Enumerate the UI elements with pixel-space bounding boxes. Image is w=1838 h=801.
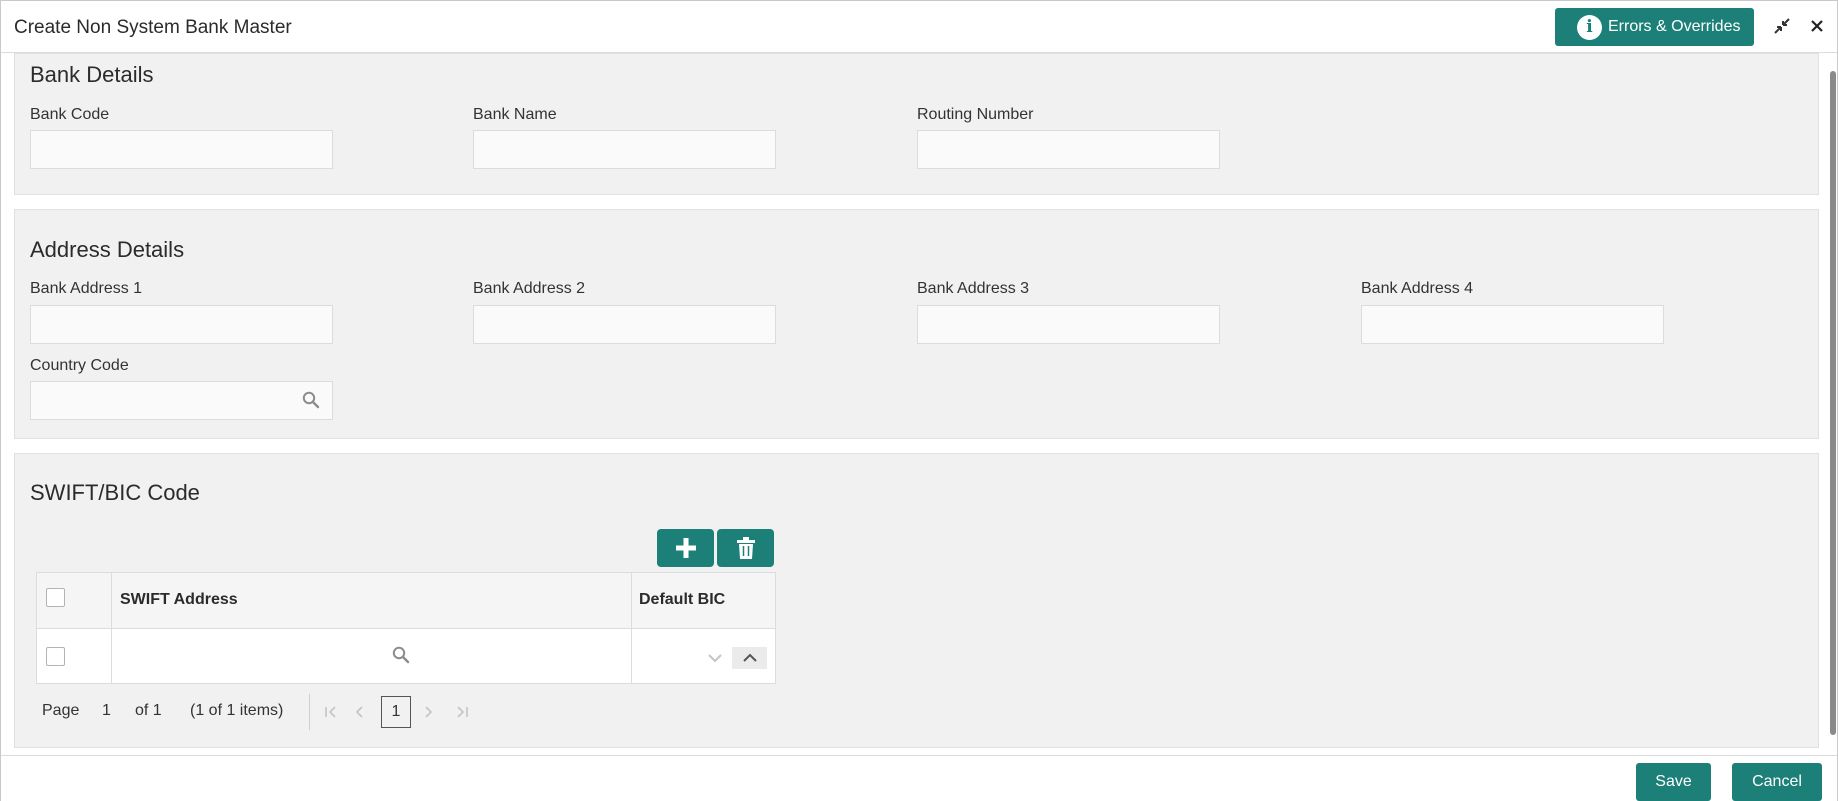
bank-address-1-label: Bank Address 1: [30, 280, 143, 297]
delete-row-button[interactable]: [717, 529, 774, 567]
of-pages-label: of 1: [135, 702, 162, 719]
bank-address-4-label: Bank Address 4: [1361, 280, 1474, 297]
page-number: 1: [102, 702, 111, 719]
next-page-icon[interactable]: [419, 703, 437, 721]
row-checkbox[interactable]: [46, 647, 65, 666]
bank-code-input[interactable]: [30, 130, 333, 169]
routing-number-input[interactable]: [917, 130, 1220, 169]
country-code-input[interactable]: [30, 381, 333, 420]
select-all-checkbox[interactable]: [46, 588, 65, 607]
current-page-box[interactable]: 1: [381, 696, 411, 728]
bank-address-4-input[interactable]: [1361, 305, 1664, 344]
search-icon[interactable]: [392, 646, 410, 669]
chevron-down-icon[interactable]: [697, 647, 732, 669]
page-title: Create Non System Bank Master: [14, 17, 292, 38]
scrollbar-thumb[interactable]: [1830, 71, 1836, 735]
errors-overrides-label: Errors & Overrides: [1608, 18, 1741, 35]
swift-bic-title: SWIFT/BIC Code: [30, 480, 200, 505]
minimize-window-icon[interactable]: [1771, 15, 1793, 37]
bank-address-2-input[interactable]: [473, 305, 776, 344]
pager-divider: [309, 694, 310, 730]
bank-code-label: Bank Code: [30, 106, 110, 123]
last-page-icon[interactable]: [453, 703, 471, 721]
country-code-label: Country Code: [30, 357, 129, 374]
prev-page-icon[interactable]: [351, 703, 369, 721]
window-header: Create Non System Bank Master i Errors &…: [1, 1, 1837, 53]
search-icon[interactable]: [302, 391, 320, 414]
bank-details-section: Bank Details Bank Code Bank Name Routing…: [14, 53, 1819, 195]
swift-address-cell[interactable]: [112, 630, 630, 683]
vertical-scrollbar[interactable]: [1830, 57, 1836, 737]
swift-bic-section: SWIFT/BIC Code SWIFT Address Default BIC…: [14, 453, 1819, 748]
page-label: Page: [42, 702, 80, 719]
plus-icon: [675, 538, 696, 558]
first-page-icon[interactable]: [322, 703, 340, 721]
window-footer: Save Cancel: [1, 755, 1837, 801]
routing-number-label: Routing Number: [917, 106, 1034, 123]
bank-address-3-label: Bank Address 3: [917, 280, 1030, 297]
close-icon[interactable]: [1806, 15, 1828, 37]
swift-table: SWIFT Address Default BIC: [36, 572, 776, 684]
bank-address-1-input[interactable]: [30, 305, 333, 344]
bank-name-input[interactable]: [473, 130, 776, 169]
table-header: SWIFT Address Default BIC: [37, 573, 775, 629]
col-swift-address[interactable]: SWIFT Address: [120, 591, 238, 609]
form-content: Bank Details Bank Code Bank Name Routing…: [1, 53, 1827, 755]
bank-name-label: Bank Name: [473, 106, 557, 123]
bank-details-title: Bank Details: [30, 62, 154, 87]
col-default-bic[interactable]: Default BIC: [639, 591, 725, 609]
items-count-label: (1 of 1 items): [190, 702, 284, 719]
info-icon: i: [1577, 14, 1602, 40]
cancel-button[interactable]: Cancel: [1732, 763, 1822, 801]
bank-address-2-label: Bank Address 2: [473, 280, 586, 297]
save-button[interactable]: Save: [1636, 763, 1711, 801]
column-divider: [631, 573, 632, 683]
bank-master-window: Create Non System Bank Master i Errors &…: [0, 0, 1838, 801]
add-row-button[interactable]: [657, 529, 714, 567]
chevron-up-icon[interactable]: [732, 647, 767, 669]
address-details-section: Address Details Bank Address 1 Bank Addr…: [14, 209, 1819, 439]
bank-address-3-input[interactable]: [917, 305, 1220, 344]
errors-overrides-button[interactable]: i Errors & Overrides: [1555, 8, 1754, 46]
trash-icon: [736, 537, 755, 559]
address-details-title: Address Details: [30, 237, 185, 262]
